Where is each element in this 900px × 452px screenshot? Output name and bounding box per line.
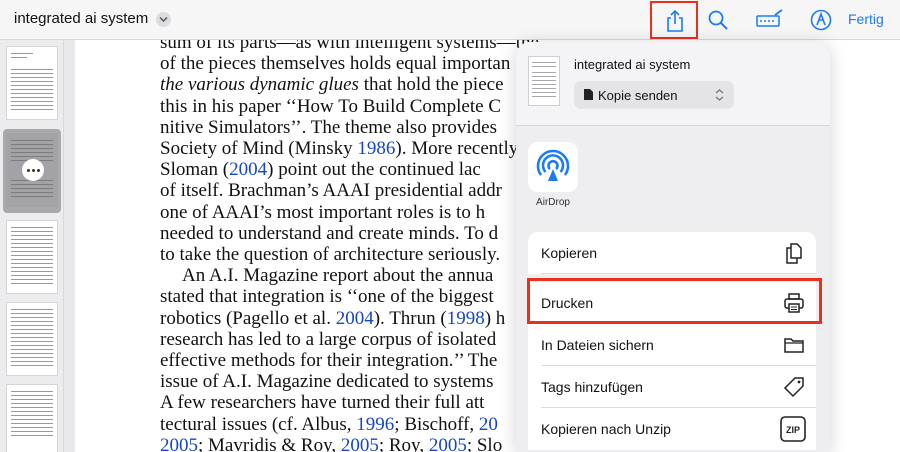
folder-icon — [784, 338, 804, 353]
action-label: Kopieren — [541, 245, 598, 261]
search-button[interactable] — [706, 8, 730, 32]
airdrop-label: AirDrop — [536, 197, 570, 208]
citation-link[interactable]: 1986 — [357, 138, 395, 159]
document-preview-thumbnail — [528, 56, 560, 106]
text-run: ; Bischoff, — [394, 413, 479, 435]
markup-button[interactable] — [755, 8, 785, 32]
text-run: the various dynamic glues — [160, 74, 359, 96]
text-run: ) h — [484, 307, 506, 329]
text-run: ; Mavridis & Roy, — [198, 434, 341, 452]
top-toolbar: integrated ai system Fertig — [0, 0, 900, 40]
text-run: this in his paper ‘‘How To Build Complet… — [160, 95, 501, 117]
text-run: of the pieces themselves holds equal imp… — [160, 53, 511, 75]
share-button[interactable] — [650, 1, 698, 39]
send-option-label: Kopie senden — [598, 88, 678, 103]
text-run: An A.I. Magazine report about the annua — [182, 265, 494, 287]
text-run: Society of Mind (Minsky — [160, 138, 358, 160]
action-copy-to-unzip[interactable]: Kopieren nach Unzip ZIP — [528, 408, 816, 450]
zip-label: ZIP — [786, 425, 800, 435]
action-add-tags[interactable]: Tags hinzufügen — [528, 366, 816, 408]
text-run: to take the question of architecture ser… — [160, 244, 501, 266]
text-run: robotics (Pagello et al. — [160, 307, 336, 329]
done-button[interactable]: Fertig — [848, 11, 884, 27]
text-run: issue of A.I. Magazine dedicated to syst… — [160, 371, 494, 393]
text-run: ). Thrun ( — [373, 307, 447, 329]
pen-icon — [810, 9, 832, 31]
text-run: one of AAAI’s most important roles is to… — [160, 201, 486, 223]
search-icon — [708, 10, 728, 30]
citation-link[interactable]: 20 — [479, 414, 498, 435]
citation-link[interactable]: 2004 — [229, 159, 267, 180]
chevron-updown-icon — [715, 89, 724, 101]
text-run: Sloman ( — [160, 159, 230, 181]
share-sheet: integrated ai system Kopie senden AirDro… — [516, 42, 830, 452]
zip-icon: ZIP — [780, 416, 806, 442]
action-copy[interactable]: Kopieren — [528, 232, 816, 274]
copy-icon — [786, 243, 802, 264]
text-run: research has led to a large corpus of is… — [160, 328, 497, 350]
text-run: nitive Simulators’’. The theme also prov… — [160, 116, 498, 138]
page-thumbnail[interactable] — [6, 302, 58, 376]
text-run: of itself. Brachman’s AAAI presidential … — [160, 180, 502, 202]
thumbnail-sidebar[interactable] — [0, 40, 64, 452]
text-run: sum of its parts—as with intelligent sys… — [160, 40, 544, 53]
text-run: needed to understand and create minds. T… — [160, 222, 499, 244]
page-thumbnail-selected[interactable] — [3, 129, 61, 213]
action-label: In Dateien sichern — [541, 337, 654, 353]
text-run: stated that integration is ‘‘one of the … — [160, 286, 494, 308]
text-run: effective methods for their integration.… — [160, 350, 498, 372]
text-run: ). More recently — [395, 138, 519, 160]
text-run: ) point out the continued lac — [267, 159, 481, 181]
citation-link[interactable]: 2005 — [160, 435, 198, 452]
text-run: A few researchers have turned their full… — [160, 392, 485, 414]
action-save-to-files[interactable]: In Dateien sichern — [528, 324, 816, 366]
page-thumbnail[interactable] — [6, 220, 58, 294]
text-run: ; Roy, — [378, 434, 429, 452]
send-option-select[interactable]: Kopie senden — [574, 81, 734, 109]
document-title[interactable]: integrated ai system — [14, 10, 148, 27]
action-label: Tags hinzufügen — [541, 379, 643, 395]
more-options-icon[interactable] — [22, 159, 44, 181]
share-sheet-header: integrated ai system Kopie senden — [516, 42, 830, 126]
share-document-name: integrated ai system — [574, 57, 691, 72]
tag-icon — [783, 377, 804, 398]
print-highlight-frame — [527, 278, 822, 324]
citation-link[interactable]: 2005 — [341, 435, 379, 452]
text-run: that hold the piece — [358, 74, 504, 96]
citation-link[interactable]: 1996 — [356, 414, 394, 435]
share-icon — [667, 9, 683, 32]
chevron-down-icon[interactable] — [156, 12, 171, 27]
action-label: Kopieren nach Unzip — [541, 421, 671, 437]
citation-link[interactable]: 2005 — [429, 435, 467, 452]
text-run: ; Slo — [466, 434, 503, 452]
citation-link[interactable]: 2004 — [336, 308, 374, 329]
document-icon — [584, 89, 593, 100]
markup-icon — [756, 9, 783, 27]
airdrop-icon — [536, 149, 570, 181]
page-thumbnail[interactable] — [6, 384, 58, 452]
pen-button[interactable] — [809, 8, 833, 32]
airdrop-button[interactable] — [528, 142, 578, 192]
citation-link[interactable]: 1998 — [447, 308, 485, 329]
page-thumbnail[interactable] — [6, 46, 58, 120]
text-run: tectural issues (cf. Albus, — [160, 413, 357, 435]
